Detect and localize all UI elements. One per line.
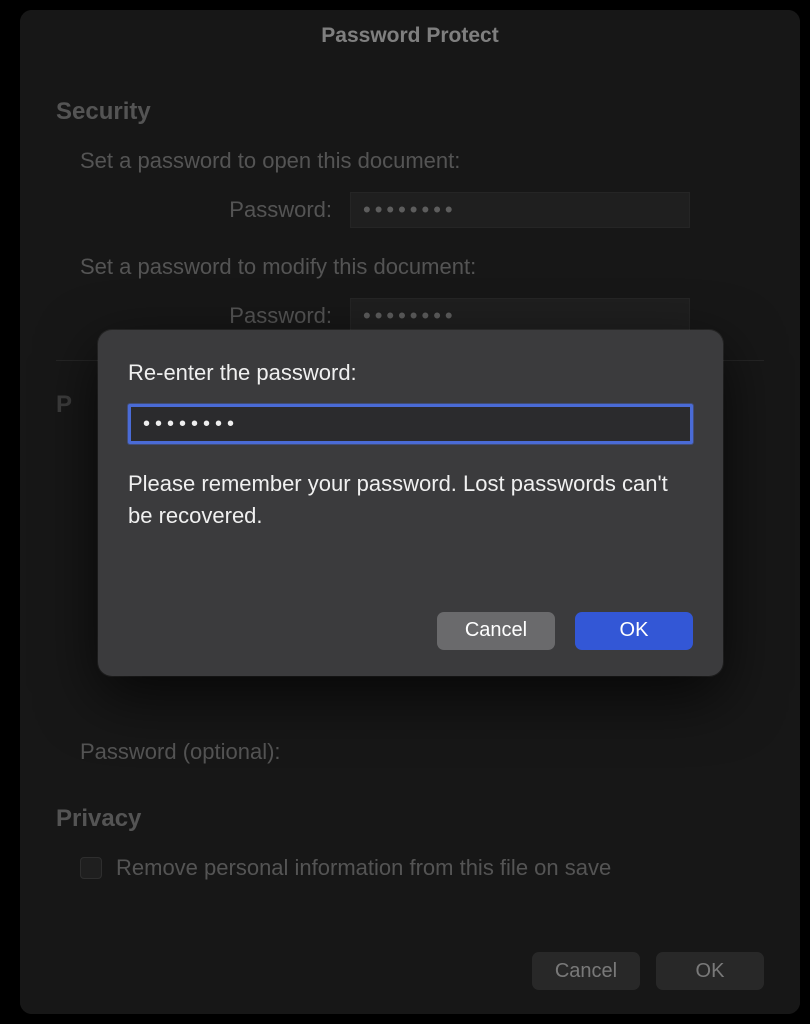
reenter-password-modal: Re-enter the password: Please remember y… xyxy=(98,330,723,676)
modal-cancel-button[interactable]: Cancel xyxy=(437,612,555,650)
modal-help-text: Please remember your password. Lost pass… xyxy=(128,468,693,532)
modal-title: Re-enter the password: xyxy=(128,360,693,386)
modal-ok-button[interactable]: OK xyxy=(575,612,693,650)
modal-button-row: Cancel OK xyxy=(128,612,693,650)
reenter-password-input[interactable] xyxy=(128,404,693,444)
